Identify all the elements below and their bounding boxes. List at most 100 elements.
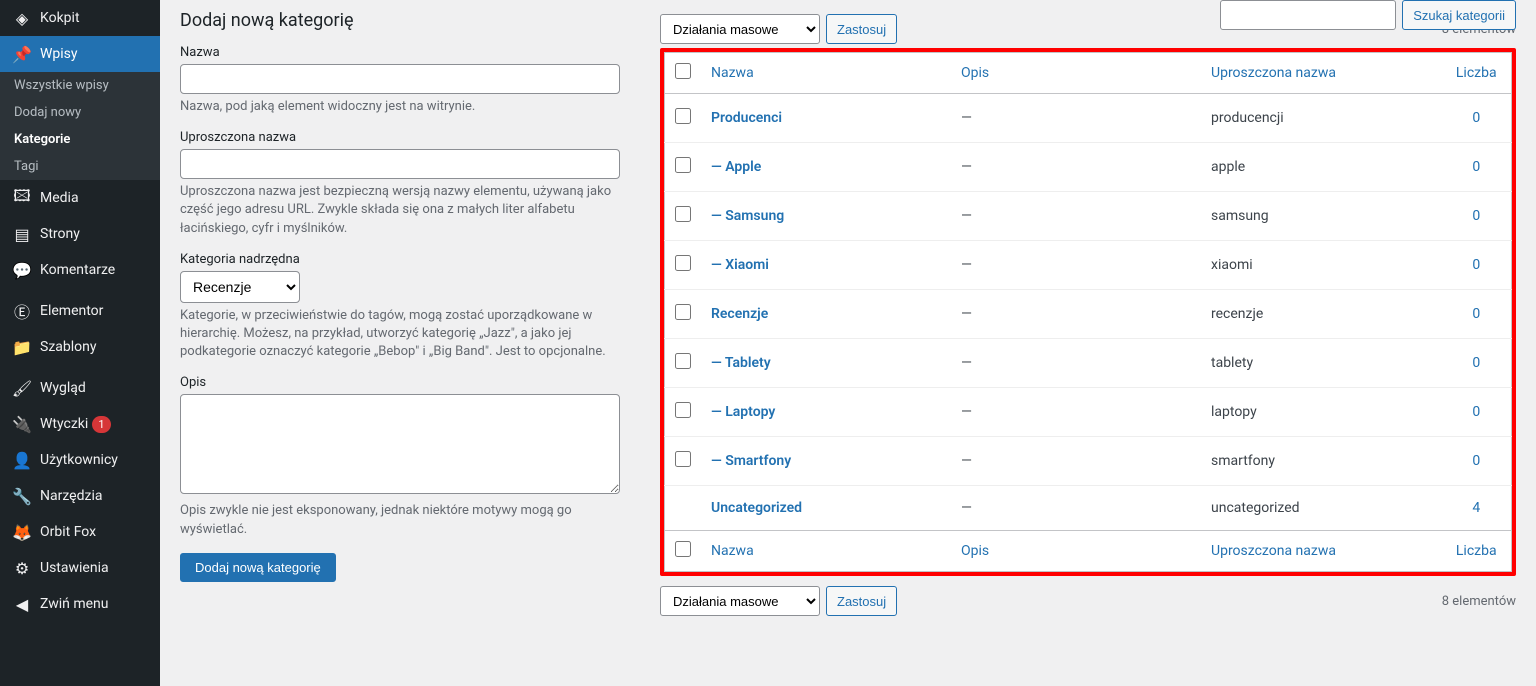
bulk-action-select-top[interactable]: Działania masowe: [660, 14, 820, 44]
category-link[interactable]: — Apple: [711, 159, 761, 175]
menu-dashboard[interactable]: ◈ Kokpit: [0, 0, 160, 36]
slug-input[interactable]: [180, 149, 620, 179]
category-desc: —: [961, 453, 972, 469]
category-slug: recenzje: [1211, 306, 1263, 322]
table-row: — Tablety — tablety 0: [665, 339, 1512, 388]
name-input[interactable]: [180, 64, 620, 94]
menu-label: Elementor: [40, 303, 103, 319]
category-count[interactable]: 0: [1472, 208, 1480, 224]
category-desc: —: [961, 404, 972, 420]
category-count[interactable]: 0: [1472, 257, 1480, 273]
category-desc: —: [961, 500, 972, 516]
category-count[interactable]: 0: [1472, 355, 1480, 371]
category-link[interactable]: — Xiaomi: [711, 257, 769, 273]
bulk-apply-top[interactable]: Zastosuj: [826, 14, 897, 44]
search-button[interactable]: Szukaj kategorii: [1402, 0, 1516, 30]
row-checkbox[interactable]: [675, 255, 691, 271]
row-checkbox[interactable]: [675, 304, 691, 320]
table-row: Uncategorized—uncategorized4: [665, 486, 1512, 531]
table-row: Producenci—producencji0: [665, 94, 1512, 143]
header-desc[interactable]: Opis: [961, 65, 989, 81]
menu-label: Użytkownicy: [40, 452, 118, 468]
menu-media[interactable]: 🖾Media: [0, 180, 160, 216]
submit-button[interactable]: Dodaj nową kategorię: [180, 553, 336, 582]
bulk-action-select-bottom[interactable]: Działania masowe: [660, 586, 820, 616]
row-checkbox[interactable]: [675, 206, 691, 222]
row-checkbox[interactable]: [675, 451, 691, 467]
category-slug: tablety: [1211, 355, 1253, 371]
desc-description: Opis zwykle nie jest eksponowany, jednak…: [180, 502, 620, 538]
category-link[interactable]: — Smartfony: [711, 453, 791, 469]
menu-pages[interactable]: ▤Strony: [0, 216, 160, 252]
submenu-categories[interactable]: Kategorie: [0, 126, 160, 153]
category-link[interactable]: — Laptopy: [711, 404, 775, 420]
row-checkbox[interactable]: [675, 157, 691, 173]
menu-label: Komentarze: [40, 262, 115, 278]
templates-icon: 📁: [12, 337, 32, 357]
category-link[interactable]: Recenzje: [711, 306, 768, 322]
menu-settings[interactable]: ⚙Ustawienia: [0, 550, 160, 586]
category-desc: —: [961, 355, 972, 371]
category-count[interactable]: 0: [1472, 453, 1480, 469]
orbit-fox-icon: 🦊: [12, 522, 32, 542]
category-slug: samsung: [1211, 208, 1269, 224]
bulk-apply-bottom[interactable]: Zastosuj: [826, 586, 897, 616]
users-icon: 👤: [12, 450, 32, 470]
category-count[interactable]: 4: [1472, 500, 1480, 516]
category-link[interactable]: Uncategorized: [711, 500, 802, 516]
plugins-icon: 🔌: [12, 414, 32, 434]
category-table: Nazwa Opis Uproszczona nazwa Liczba Prod…: [664, 52, 1512, 572]
menu-orbit-fox[interactable]: 🦊 Orbit Fox: [0, 514, 160, 550]
footer-name[interactable]: Nazwa: [711, 543, 754, 559]
main-content: Szukaj kategorii Dodaj nową kategorię Na…: [160, 0, 1536, 686]
submenu-tags[interactable]: Tagi: [0, 153, 160, 180]
menu-users[interactable]: 👤 Użytkownicy: [0, 442, 160, 478]
menu-comments[interactable]: 💬Komentarze: [0, 252, 160, 288]
appearance-icon: 🖌: [12, 378, 32, 398]
select-all-bottom[interactable]: [675, 541, 691, 557]
menu-tools[interactable]: 🔧Narzędzia: [0, 478, 160, 514]
desc-textarea[interactable]: [180, 394, 620, 494]
category-count[interactable]: 0: [1472, 159, 1480, 175]
category-link[interactable]: — Samsung: [711, 208, 784, 224]
row-checkbox[interactable]: [675, 353, 691, 369]
menu-posts[interactable]: 📌Wpisy: [0, 36, 160, 72]
parent-select[interactable]: Recenzje: [180, 271, 300, 303]
category-count[interactable]: 0: [1472, 404, 1480, 420]
menu-templates[interactable]: 📁Szablony: [0, 329, 160, 365]
category-count[interactable]: 0: [1472, 306, 1480, 322]
submenu-add-new[interactable]: Dodaj nowy: [0, 99, 160, 126]
menu-label: Kokpit: [40, 10, 80, 26]
select-all-top[interactable]: [675, 63, 691, 79]
category-list-panel: Działania masowe Zastosuj 8 elementów Na…: [660, 0, 1516, 620]
table-row: — Laptopy—laptopy0: [665, 388, 1512, 437]
category-count[interactable]: 0: [1472, 110, 1480, 126]
update-badge: 1: [92, 416, 110, 433]
menu-appearance[interactable]: 🖌Wygląd: [0, 370, 160, 406]
menu-label: Narzędzia: [40, 488, 102, 504]
category-link[interactable]: Producenci: [711, 110, 782, 126]
header-name[interactable]: Nazwa: [711, 65, 754, 81]
category-slug: apple: [1211, 159, 1245, 175]
menu-plugins[interactable]: 🔌Wtyczki1: [0, 406, 160, 442]
footer-slug[interactable]: Uproszczona nazwa: [1211, 543, 1336, 559]
menu-collapse[interactable]: ◀Zwiń menu: [0, 586, 160, 622]
dashboard-icon: ◈: [12, 8, 32, 28]
row-checkbox[interactable]: [675, 402, 691, 418]
item-count-bottom: 8 elementów: [1442, 594, 1516, 609]
submenu-all-posts[interactable]: Wszystkie wpisy: [0, 72, 160, 99]
category-link[interactable]: — Tablety: [711, 355, 771, 371]
parent-label: Kategoria nadrzędna: [180, 252, 620, 267]
menu-label: Orbit Fox: [40, 524, 96, 540]
menu-label: Media: [40, 190, 79, 206]
header-count[interactable]: Liczba: [1456, 65, 1497, 81]
menu-label: Wpisy: [40, 46, 78, 62]
menu-elementor[interactable]: ⒺElementor: [0, 293, 160, 329]
row-checkbox[interactable]: [675, 108, 691, 124]
search-input[interactable]: [1220, 0, 1396, 30]
settings-icon: ⚙: [12, 558, 32, 578]
footer-count[interactable]: Liczba: [1456, 543, 1497, 559]
footer-desc[interactable]: Opis: [961, 543, 989, 559]
collapse-icon: ◀: [12, 594, 32, 614]
header-slug[interactable]: Uproszczona nazwa: [1211, 65, 1336, 81]
